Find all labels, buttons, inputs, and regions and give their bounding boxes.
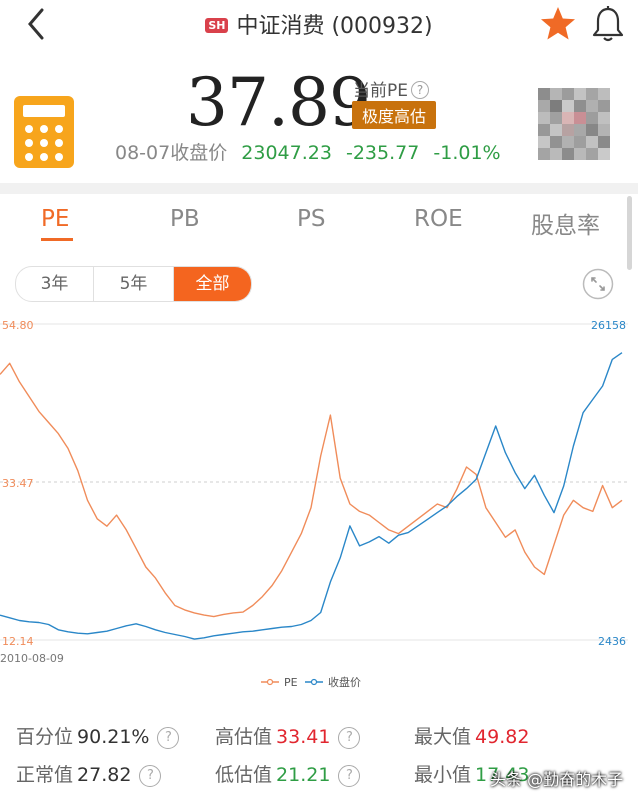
- tab-dividend-yield[interactable]: 股息率: [531, 206, 600, 240]
- tab-pb[interactable]: PB: [170, 206, 200, 232]
- range-option-all[interactable]: 全部: [174, 267, 251, 301]
- help-icon[interactable]: ?: [338, 727, 361, 749]
- low-value: 21.21: [276, 764, 331, 786]
- help-icon[interactable]: ?: [411, 81, 429, 99]
- bell-icon[interactable]: [590, 4, 626, 44]
- current-pe-value: 37.89: [186, 64, 371, 141]
- fullscreen-expand-icon[interactable]: [582, 268, 614, 300]
- left-axis-max-label: 54.80: [2, 319, 34, 332]
- section-divider: [0, 183, 638, 194]
- chart-legend: PE 收盘价: [261, 675, 361, 689]
- pe-price-chart[interactable]: 54.80 33.47 12.14 26158 2436 2010-08-09 …: [0, 310, 638, 690]
- normal-value: 27.82: [77, 764, 132, 786]
- watermark-text: 头条 @勤奋的木子: [490, 770, 624, 789]
- stat-max: 最大值 49.82: [414, 726, 530, 748]
- legend-price-label: 收盘价: [328, 675, 361, 689]
- help-icon[interactable]: ?: [139, 765, 162, 787]
- high-value: 33.41: [276, 726, 331, 748]
- left-axis-mid-label: 33.47: [2, 477, 34, 490]
- calculator-icon[interactable]: [14, 96, 74, 168]
- close-label: 08-07收盘价: [115, 142, 228, 164]
- blurred-thumbnail-image[interactable]: [538, 88, 610, 160]
- metric-tabs: PE PB PS ROE 股息率: [0, 196, 630, 252]
- range-option-3y[interactable]: 3年: [16, 267, 94, 301]
- help-icon[interactable]: ?: [338, 765, 361, 787]
- stat-high: 高估值 33.41?: [215, 722, 361, 749]
- favorite-star-icon[interactable]: [538, 4, 578, 44]
- scrollbar[interactable]: [627, 196, 632, 270]
- legend-pe-marker: [266, 678, 274, 686]
- tab-pe[interactable]: PE: [41, 206, 69, 232]
- right-axis-max-label: 26158: [591, 319, 626, 332]
- left-axis-min-label: 12.14: [2, 635, 34, 648]
- close-price: 23047.23: [241, 142, 332, 164]
- legend-price-marker: [310, 678, 318, 686]
- percentile-value: 90.21%: [77, 726, 150, 748]
- valuation-badge: 极度高估: [352, 101, 437, 129]
- range-option-5y[interactable]: 5年: [94, 267, 174, 301]
- price-change-pct: -1.01%: [433, 142, 501, 164]
- price-change: -235.77: [345, 142, 420, 164]
- stat-percentile: 百分位 90.21%?: [16, 722, 180, 749]
- active-tab-indicator: [41, 238, 73, 241]
- x-axis-start-label: 2010-08-09: [0, 652, 64, 665]
- max-value: 49.82: [475, 726, 530, 748]
- range-selector: 3年 5年 全部: [15, 266, 252, 302]
- stat-normal: 正常值 27.82?: [16, 760, 162, 787]
- tab-ps[interactable]: PS: [297, 206, 325, 232]
- pe-series-line: [0, 362, 623, 618]
- tab-roe[interactable]: ROE: [414, 206, 463, 232]
- legend-pe-label: PE: [284, 676, 298, 689]
- index-name: 中证消费 (000932): [236, 14, 433, 39]
- close-price-row: 08-07收盘价 23047.23 -235.77 -1.01%: [115, 138, 501, 165]
- market-badge: SH: [205, 18, 229, 33]
- stat-low: 低估值 21.21?: [215, 760, 361, 787]
- close-price-series-line: [0, 352, 623, 640]
- pe-label: 当前PE?: [353, 76, 429, 101]
- right-axis-min-label: 2436: [598, 635, 626, 648]
- help-icon[interactable]: ?: [157, 727, 180, 749]
